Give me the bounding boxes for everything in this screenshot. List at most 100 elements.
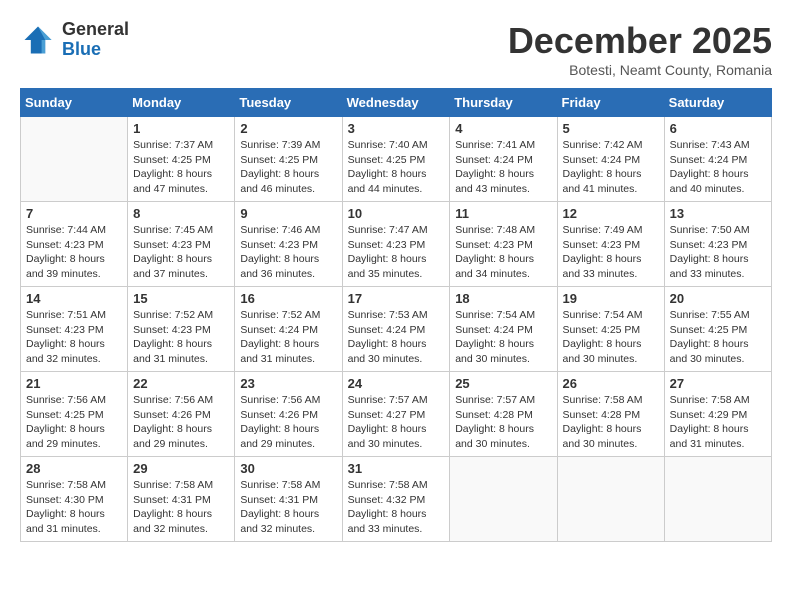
day-info: Sunrise: 7:58 AMSunset: 4:32 PMDaylight:… — [348, 478, 445, 537]
calendar-cell — [21, 117, 128, 202]
calendar-cell: 20 Sunrise: 7:55 AMSunset: 4:25 PMDayligh… — [664, 287, 771, 372]
day-info: Sunrise: 7:52 AMSunset: 4:24 PMDaylight:… — [240, 308, 336, 367]
calendar-cell: 28 Sunrise: 7:58 AMSunset: 4:30 PMDayligh… — [21, 457, 128, 542]
calendar-cell: 9 Sunrise: 7:46 AMSunset: 4:23 PMDaylight… — [235, 202, 342, 287]
day-number: 28 — [26, 461, 122, 476]
day-number: 26 — [563, 376, 659, 391]
day-number: 12 — [563, 206, 659, 221]
day-number: 19 — [563, 291, 659, 306]
calendar-cell: 4 Sunrise: 7:41 AMSunset: 4:24 PMDaylight… — [450, 117, 557, 202]
day-info: Sunrise: 7:58 AMSunset: 4:31 PMDaylight:… — [133, 478, 229, 537]
week-row-3: 14Sunrise: 7:51 AMSunset: 4:23 PMDayligh… — [21, 287, 772, 372]
day-number: 25 — [455, 376, 551, 391]
day-info: Sunrise: 7:40 AMSunset: 4:25 PMDaylight:… — [348, 138, 445, 197]
day-info: Sunrise: 7:56 AMSunset: 4:26 PMDaylight:… — [240, 393, 336, 452]
column-header-sunday: Sunday — [21, 89, 128, 117]
calendar-cell: 7 Sunrise: 7:44 AMSunset: 4:23 PMDaylight… — [21, 202, 128, 287]
day-info: Sunrise: 7:42 AMSunset: 4:24 PMDaylight:… — [563, 138, 659, 197]
calendar-cell: 19 Sunrise: 7:54 AMSunset: 4:25 PMDayligh… — [557, 287, 664, 372]
week-row-2: 7 Sunrise: 7:44 AMSunset: 4:23 PMDaylight… — [21, 202, 772, 287]
logo-blue: Blue — [62, 40, 129, 60]
day-number: 27 — [670, 376, 766, 391]
calendar-table: SundayMondayTuesdayWednesdayThursdayFrid… — [20, 88, 772, 542]
day-info: Sunrise: 7:44 AMSunset: 4:23 PMDaylight:… — [26, 223, 122, 282]
calendar-cell: 30Sunrise: 7:58 AMSunset: 4:31 PMDayligh… — [235, 457, 342, 542]
day-info: Sunrise: 7:57 AMSunset: 4:28 PMDaylight:… — [455, 393, 551, 452]
day-number: 8 — [133, 206, 229, 221]
logo: General Blue — [20, 20, 129, 60]
day-info: Sunrise: 7:50 AMSunset: 4:23 PMDaylight:… — [670, 223, 766, 282]
title-area: December 2025 Botesti, Neamt County, Rom… — [508, 20, 772, 78]
calendar-cell: 3 Sunrise: 7:40 AMSunset: 4:25 PMDaylight… — [342, 117, 450, 202]
day-info: Sunrise: 7:58 AMSunset: 4:29 PMDaylight:… — [670, 393, 766, 452]
day-number: 13 — [670, 206, 766, 221]
day-info: Sunrise: 7:53 AMSunset: 4:24 PMDaylight:… — [348, 308, 445, 367]
week-row-1: 1 Sunrise: 7:37 AMSunset: 4:25 PMDaylight… — [21, 117, 772, 202]
calendar-cell: 22Sunrise: 7:56 AMSunset: 4:26 PMDayligh… — [128, 372, 235, 457]
calendar-cell: 29 Sunrise: 7:58 AMSunset: 4:31 PMDayligh… — [128, 457, 235, 542]
day-info: Sunrise: 7:46 AMSunset: 4:23 PMDaylight:… — [240, 223, 336, 282]
month-title: December 2025 — [508, 20, 772, 62]
calendar-cell: 13 Sunrise: 7:50 AMSunset: 4:23 PMDayligh… — [664, 202, 771, 287]
calendar-cell: 21Sunrise: 7:56 AMSunset: 4:25 PMDayligh… — [21, 372, 128, 457]
calendar-cell: 10 Sunrise: 7:47 AMSunset: 4:23 PMDayligh… — [342, 202, 450, 287]
day-info: Sunrise: 7:49 AMSunset: 4:23 PMDaylight:… — [563, 223, 659, 282]
day-info: Sunrise: 7:54 AMSunset: 4:24 PMDaylight:… — [455, 308, 551, 367]
calendar-cell: 8Sunrise: 7:45 AMSunset: 4:23 PMDaylight… — [128, 202, 235, 287]
day-info: Sunrise: 7:41 AMSunset: 4:24 PMDaylight:… — [455, 138, 551, 197]
calendar-header-row: SundayMondayTuesdayWednesdayThursdayFrid… — [21, 89, 772, 117]
day-number: 5 — [563, 121, 659, 136]
day-info: Sunrise: 7:47 AMSunset: 4:23 PMDaylight:… — [348, 223, 445, 282]
column-header-thursday: Thursday — [450, 89, 557, 117]
day-number: 20 — [670, 291, 766, 306]
page-header: General Blue December 2025 Botesti, Neam… — [20, 20, 772, 78]
day-number: 1 — [133, 121, 229, 136]
day-number: 21 — [26, 376, 122, 391]
week-row-5: 28 Sunrise: 7:58 AMSunset: 4:30 PMDayligh… — [21, 457, 772, 542]
day-info: Sunrise: 7:48 AMSunset: 4:23 PMDaylight:… — [455, 223, 551, 282]
day-number: 4 — [455, 121, 551, 136]
day-number: 9 — [240, 206, 336, 221]
calendar-cell: 1 Sunrise: 7:37 AMSunset: 4:25 PMDaylight… — [128, 117, 235, 202]
day-info: Sunrise: 7:58 AMSunset: 4:28 PMDaylight:… — [563, 393, 659, 452]
calendar-cell — [557, 457, 664, 542]
day-info: Sunrise: 7:43 AMSunset: 4:24 PMDaylight:… — [670, 138, 766, 197]
column-header-wednesday: Wednesday — [342, 89, 450, 117]
day-number: 29 — [133, 461, 229, 476]
calendar-cell: 23Sunrise: 7:56 AMSunset: 4:26 PMDayligh… — [235, 372, 342, 457]
calendar-cell: 2 Sunrise: 7:39 AMSunset: 4:25 PMDaylight… — [235, 117, 342, 202]
logo-text: General Blue — [62, 20, 129, 60]
day-info: Sunrise: 7:58 AMSunset: 4:30 PMDaylight:… — [26, 478, 122, 537]
day-info: Sunrise: 7:55 AMSunset: 4:25 PMDaylight:… — [670, 308, 766, 367]
day-number: 11 — [455, 206, 551, 221]
calendar-cell: 24Sunrise: 7:57 AMSunset: 4:27 PMDayligh… — [342, 372, 450, 457]
calendar-cell: 31 Sunrise: 7:58 AMSunset: 4:32 PMDayligh… — [342, 457, 450, 542]
calendar-cell: 12 Sunrise: 7:49 AMSunset: 4:23 PMDayligh… — [557, 202, 664, 287]
day-number: 31 — [348, 461, 445, 476]
location-subtitle: Botesti, Neamt County, Romania — [508, 62, 772, 78]
day-info: Sunrise: 7:39 AMSunset: 4:25 PMDaylight:… — [240, 138, 336, 197]
logo-icon — [20, 22, 56, 58]
column-header-saturday: Saturday — [664, 89, 771, 117]
day-number: 6 — [670, 121, 766, 136]
day-number: 3 — [348, 121, 445, 136]
day-info: Sunrise: 7:54 AMSunset: 4:25 PMDaylight:… — [563, 308, 659, 367]
day-info: Sunrise: 7:58 AMSunset: 4:31 PMDaylight:… — [240, 478, 336, 537]
calendar-cell: 15Sunrise: 7:52 AMSunset: 4:23 PMDayligh… — [128, 287, 235, 372]
calendar-cell: 11 Sunrise: 7:48 AMSunset: 4:23 PMDayligh… — [450, 202, 557, 287]
calendar-cell: 27 Sunrise: 7:58 AMSunset: 4:29 PMDayligh… — [664, 372, 771, 457]
day-number: 2 — [240, 121, 336, 136]
week-row-4: 21Sunrise: 7:56 AMSunset: 4:25 PMDayligh… — [21, 372, 772, 457]
day-number: 10 — [348, 206, 445, 221]
day-info: Sunrise: 7:37 AMSunset: 4:25 PMDaylight:… — [133, 138, 229, 197]
day-info: Sunrise: 7:56 AMSunset: 4:26 PMDaylight:… — [133, 393, 229, 452]
logo-general: General — [62, 20, 129, 40]
day-number: 7 — [26, 206, 122, 221]
day-info: Sunrise: 7:51 AMSunset: 4:23 PMDaylight:… — [26, 308, 122, 367]
day-number: 17 — [348, 291, 445, 306]
calendar-cell: 16 Sunrise: 7:52 AMSunset: 4:24 PMDayligh… — [235, 287, 342, 372]
day-number: 16 — [240, 291, 336, 306]
calendar-cell: 18Sunrise: 7:54 AMSunset: 4:24 PMDayligh… — [450, 287, 557, 372]
calendar-cell: 25 Sunrise: 7:57 AMSunset: 4:28 PMDayligh… — [450, 372, 557, 457]
column-header-tuesday: Tuesday — [235, 89, 342, 117]
